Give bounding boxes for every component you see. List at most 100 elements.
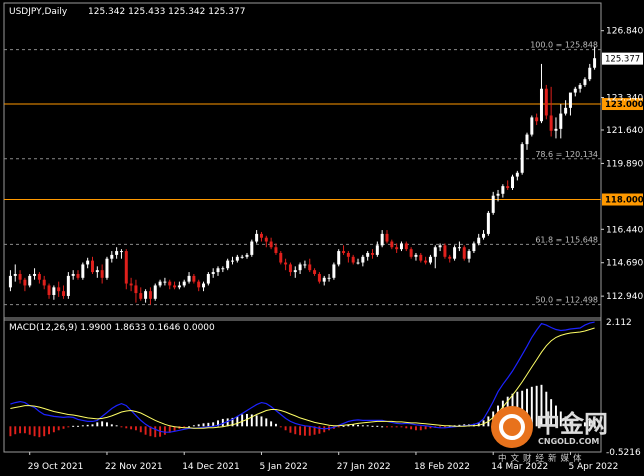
- candle-body-50: [250, 241, 254, 255]
- watermark-domain: CNGOLD.COM: [538, 437, 599, 446]
- macd-hist-bar-72: [357, 424, 359, 427]
- candle-body-44: [221, 268, 225, 270]
- macd-hist-bar-12: [67, 426, 70, 428]
- watermark-brand: 中金网: [536, 410, 608, 438]
- candle-body-17: [90, 260, 94, 273]
- candle-body-109: [535, 117, 539, 122]
- macd-tick-label-1: -0.5216: [606, 448, 641, 458]
- candle-body-68: [337, 251, 341, 265]
- candle-body-25: [129, 283, 133, 286]
- candle-body-52: [259, 233, 263, 238]
- candle-body-51: [255, 233, 259, 242]
- candle-body-38: [192, 275, 196, 282]
- macd-hist-bar-56: [279, 426, 282, 428]
- candle-body-24: [124, 251, 128, 284]
- candle-body-53: [264, 237, 268, 242]
- macd-hist-bar-59: [294, 426, 297, 435]
- candle-body-18: [95, 270, 99, 273]
- time-tick-label-0: 29 Oct 2021: [28, 462, 84, 472]
- macd-hist-bar-36: [183, 426, 186, 428]
- macd-hist-bar-19: [101, 421, 104, 427]
- candle-body-16: [86, 260, 90, 265]
- macd-hist-bar-47: [236, 416, 239, 427]
- macd-hist-bar-45: [226, 418, 229, 427]
- candle-body-71: [351, 256, 355, 263]
- candle-body-86: [424, 260, 428, 263]
- macd-hist-bar-28: [144, 426, 147, 435]
- candle-body-8: [47, 285, 51, 295]
- candle-body-43: [216, 268, 220, 273]
- candle-body-97: [477, 237, 481, 244]
- macd-hist-bar-76: [376, 425, 379, 427]
- macd-hist-bar-23: [120, 426, 123, 428]
- time-tick-label-3: 5 Jan 2022: [259, 462, 307, 472]
- candle-body-4: [28, 275, 32, 286]
- candle-body-3: [23, 279, 27, 286]
- macd-hist-bar-0: [9, 426, 12, 437]
- candle-body-95: [467, 251, 471, 259]
- macd-hist-bar-21: [110, 424, 113, 427]
- candle-body-49: [245, 254, 249, 257]
- macd-indicator-title: MACD(12,26,9) 1.9900 1.8633 0.1646 0.000…: [9, 323, 215, 333]
- candle-body-100: [491, 195, 495, 213]
- fib-label-2: 61.8 = 115.648: [535, 235, 598, 244]
- macd-hist-bar-61: [303, 426, 306, 436]
- macd-hist-bar-77: [381, 426, 384, 428]
- fib-label-1: 78.6 = 120.134: [535, 150, 598, 159]
- candle-body-10: [57, 287, 61, 292]
- fib-label-0: 100.0 = 125.848: [530, 41, 598, 50]
- candle-body-103: [506, 186, 510, 189]
- candle-body-34: [173, 285, 177, 288]
- candle-body-79: [390, 241, 394, 248]
- candle-body-80: [395, 247, 399, 250]
- candle-body-85: [419, 254, 423, 261]
- macd-hist-bar-11: [62, 426, 65, 429]
- candle-body-42: [211, 272, 215, 274]
- candle-body-115: [564, 107, 568, 114]
- macd-hist-bar-26: [134, 426, 137, 431]
- candle-body-99: [486, 212, 490, 234]
- candle-body-54: [269, 241, 273, 248]
- time-tick-label-4: 27 Jan 2022: [337, 462, 391, 472]
- chart-canvas: 100.0 = 125.848 78.6 = 120.134 61.8 = 115.…: [3, 2, 644, 472]
- chart-symbol-title: USDJPY,Daily: [9, 7, 68, 17]
- candle-body-36: [182, 281, 186, 286]
- candle-body-35: [177, 285, 181, 288]
- candle-body-48: [240, 256, 244, 258]
- candle-body-83: [409, 249, 413, 257]
- candle-body-37: [187, 275, 191, 282]
- candle-body-101: [496, 193, 500, 196]
- candle-body-111: [544, 88, 548, 116]
- macd-hist-bar-62: [308, 426, 311, 436]
- candle-body-120: [588, 67, 592, 80]
- candle-body-98: [482, 233, 486, 238]
- candle-body-104: [511, 176, 515, 189]
- fib-label-3: 50.0 = 112.498: [535, 296, 598, 305]
- candle-body-93: [457, 247, 461, 249]
- candle-body-0: [8, 275, 12, 288]
- level-label-1: 118.000: [605, 196, 644, 206]
- macd-hist-bar-38: [192, 425, 195, 427]
- candle-body-84: [414, 254, 418, 257]
- candle-body-7: [42, 279, 46, 286]
- candle-body-28: [144, 291, 148, 299]
- candle-body-81: [399, 243, 403, 250]
- candle-body-66: [327, 277, 331, 279]
- macd-hist-bar-52: [260, 416, 263, 427]
- candle-body-23: [119, 251, 123, 253]
- chart-frame: [3, 2, 602, 453]
- macd-hist-bar-6: [38, 426, 41, 438]
- price-tick-label-5: 119.890: [606, 159, 643, 169]
- candle-body-12: [66, 275, 70, 296]
- macd-hist-bar-74: [366, 425, 369, 427]
- macd-hist-bar-15: [81, 425, 84, 427]
- macd-hist-bar-3: [23, 426, 26, 434]
- candle-body-74: [366, 252, 370, 257]
- macd-hist-bar-75: [371, 425, 374, 427]
- candle-body-27: [139, 293, 143, 299]
- macd-hist-bar-69: [342, 425, 345, 427]
- candle-body-117: [573, 88, 577, 93]
- macd-hist-bar-13: [72, 425, 75, 427]
- candle-body-64: [317, 273, 321, 282]
- macd-hist-bar-73: [361, 425, 364, 427]
